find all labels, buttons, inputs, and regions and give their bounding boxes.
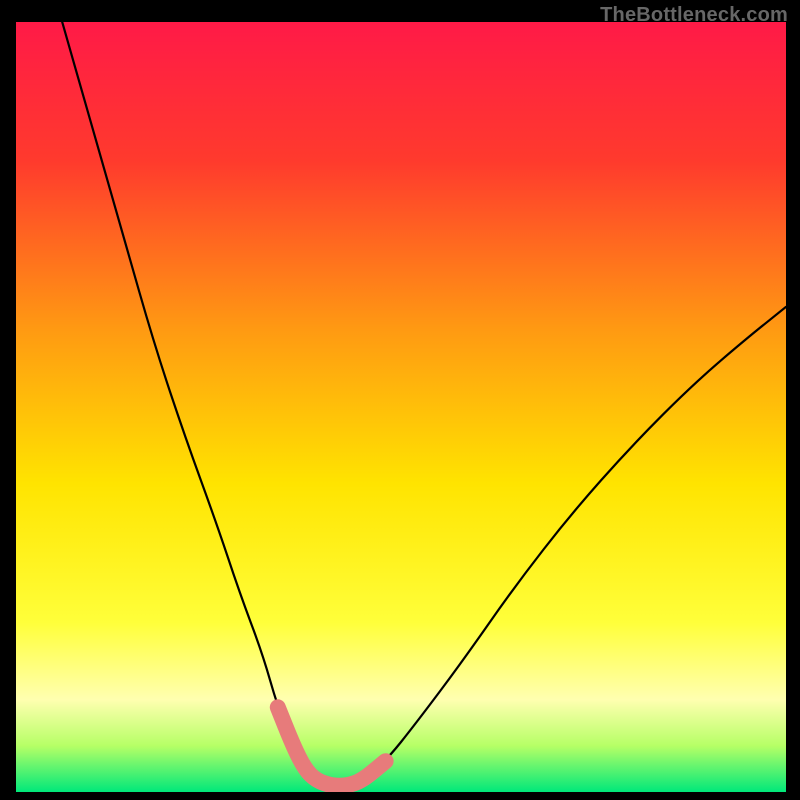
watermark-text: TheBottleneck.com bbox=[600, 4, 788, 27]
bottleneck-chart bbox=[16, 22, 786, 792]
chart-container: TheBottleneck.com bbox=[0, 0, 800, 800]
